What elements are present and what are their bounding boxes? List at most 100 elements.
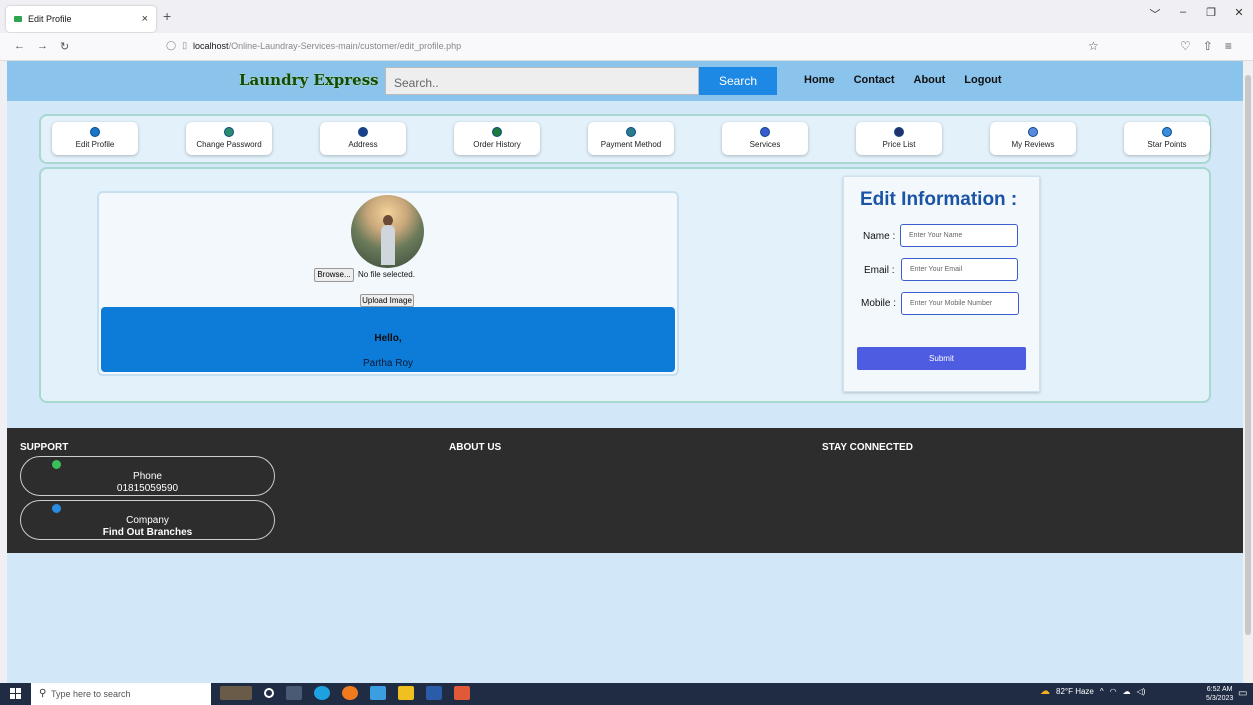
back-icon[interactable]: ← xyxy=(14,40,25,53)
services-icon xyxy=(760,127,770,137)
phone-icon xyxy=(52,460,61,469)
file-status: No file selected. xyxy=(358,270,415,279)
phone-number: 01815059590 xyxy=(116,483,179,494)
url-host: localhost xyxy=(193,40,229,51)
file-explorer-icon[interactable] xyxy=(398,686,414,700)
weather-text[interactable]: 82°F Haze xyxy=(1056,687,1094,696)
new-tab-button[interactable]: + xyxy=(163,8,171,24)
menu-my-reviews[interactable]: My Reviews xyxy=(990,122,1076,155)
avatar-body xyxy=(381,225,395,265)
email-label: Email : xyxy=(864,265,895,276)
browse-button[interactable]: Browse... xyxy=(314,268,354,282)
menu-payment-method[interactable]: Payment Method xyxy=(588,122,674,155)
search-icon: ⚲ xyxy=(39,688,47,699)
name-label: Name : xyxy=(863,231,896,242)
extensions-icon[interactable]: ⇧ xyxy=(1203,39,1213,53)
nav-logout[interactable]: Logout xyxy=(964,74,1001,86)
find-branches-link[interactable]: Find Out Branches xyxy=(21,527,274,539)
search-input[interactable]: Search.. xyxy=(385,67,699,95)
menu-price-list[interactable]: Price List xyxy=(856,122,942,155)
lock-icon xyxy=(224,127,234,137)
menu-icon[interactable]: ≡ xyxy=(1225,39,1232,53)
site-footer: SUPPORT ABOUT US STAY CONNECTED Phone 01… xyxy=(7,428,1243,553)
taskbar-apps xyxy=(220,686,470,700)
price-icon xyxy=(894,127,904,137)
edit-info-title: Edit Information : xyxy=(860,189,1018,210)
email-field[interactable]: Enter Your Email xyxy=(901,258,1018,281)
profile-menu: Edit Profile Change Password Address Ord… xyxy=(39,114,1211,164)
pocket-icon[interactable]: ♡ xyxy=(1180,39,1191,53)
xampp-icon[interactable] xyxy=(454,686,470,700)
company-icon xyxy=(52,504,61,513)
firefox-icon[interactable] xyxy=(342,686,358,700)
windows-start-icon[interactable] xyxy=(10,688,22,699)
tab-list-icon[interactable]: ﹀ xyxy=(1141,6,1169,22)
menu-edit-profile[interactable]: Edit Profile xyxy=(52,122,138,155)
cloud-icon[interactable]: ☁ xyxy=(1123,687,1131,696)
address-field[interactable]: ◯ ▯ localhost/Online-Laundray-Services-m… xyxy=(166,40,461,51)
minimize-button[interactable]: – xyxy=(1169,6,1197,22)
user-name: Partha Roy xyxy=(362,358,414,369)
weather-icon: ☁ xyxy=(1040,686,1050,697)
favicon-icon xyxy=(14,16,22,22)
widget-image-icon[interactable] xyxy=(220,686,252,700)
stay-connected-heading: STAY CONNECTED xyxy=(822,442,913,453)
upload-image-button[interactable]: Upload Image xyxy=(360,294,414,307)
phone-label: Phone xyxy=(133,471,162,482)
edit-icon xyxy=(90,127,100,137)
tray-chevron-icon[interactable]: ^ xyxy=(1100,687,1104,696)
bookmark-star-icon[interactable]: ☆ xyxy=(1088,39,1099,53)
nav-contact[interactable]: Contact xyxy=(854,74,895,86)
window-controls: ﹀ – ❐ ✕ xyxy=(1141,6,1253,22)
network-icon[interactable]: ◠ xyxy=(1110,687,1117,696)
forward-icon[interactable]: → xyxy=(37,40,48,53)
word-icon[interactable] xyxy=(426,686,442,700)
avatar xyxy=(351,195,424,268)
nav-about[interactable]: About xyxy=(914,74,946,86)
browser-tab[interactable]: Edit Profile × xyxy=(6,6,156,32)
star-icon xyxy=(1162,127,1172,137)
page-scrollbar[interactable] xyxy=(1243,61,1253,683)
toolbar-icons: ♡ ⇧ ≡ xyxy=(1180,39,1232,53)
company-label: Company xyxy=(126,515,169,526)
greeting-banner: Hello, Partha Roy xyxy=(101,307,675,372)
mobile-field[interactable]: Enter Your Mobile Number xyxy=(901,292,1019,315)
history-icon xyxy=(492,127,502,137)
menu-order-history[interactable]: Order History xyxy=(454,122,540,155)
scrollbar-thumb[interactable] xyxy=(1245,75,1251,635)
site-logo[interactable]: Laundry Express xyxy=(239,71,379,89)
nav-home[interactable]: Home xyxy=(804,74,835,86)
phone-contact[interactable]: Phone 01815059590 xyxy=(20,456,275,496)
greeting-text: Hello, xyxy=(374,333,402,344)
shield-icon: ◯ xyxy=(166,40,177,50)
browser-tab-bar xyxy=(0,0,1253,33)
name-field[interactable]: Enter Your Name xyxy=(900,224,1018,247)
notification-icon[interactable]: ▭ xyxy=(1238,688,1247,699)
tab-close-icon[interactable]: × xyxy=(142,13,148,25)
company-contact[interactable]: Company Find Out Branches xyxy=(20,500,275,540)
restore-button[interactable]: ❐ xyxy=(1197,6,1225,22)
top-nav: Home Contact About Logout xyxy=(804,74,1002,86)
tab-title: Edit Profile xyxy=(28,14,72,24)
menu-services[interactable]: Services xyxy=(722,122,808,155)
edge-icon[interactable] xyxy=(314,686,330,700)
volume-icon[interactable]: ◁) xyxy=(1137,687,1146,696)
url-path: /Online-Laundray-Services-main/customer/… xyxy=(228,40,462,51)
taskbar-search[interactable]: ⚲ Type here to search xyxy=(31,683,211,705)
reload-icon[interactable]: ↻ xyxy=(60,40,69,53)
search-button[interactable]: Search xyxy=(699,67,777,95)
menu-address[interactable]: Address xyxy=(320,122,406,155)
support-heading: SUPPORT xyxy=(20,442,69,453)
review-icon xyxy=(1028,127,1038,137)
mail-icon[interactable] xyxy=(370,686,386,700)
cortana-icon[interactable] xyxy=(264,688,274,698)
menu-change-password[interactable]: Change Password xyxy=(186,122,272,155)
nav-buttons: ← → ↻ xyxy=(14,40,69,53)
taskbar-clock[interactable]: 6:52 AM 5/3/2023 xyxy=(1206,685,1233,703)
close-window-button[interactable]: ✕ xyxy=(1225,6,1253,22)
task-view-icon[interactable] xyxy=(286,686,302,700)
clock-date: 5/3/2023 xyxy=(1206,695,1234,702)
submit-button[interactable]: Submit xyxy=(857,347,1026,370)
page-viewport: Laundry Express Search.. Search Home Con… xyxy=(7,61,1243,683)
menu-star-points[interactable]: Star Points xyxy=(1124,122,1210,155)
